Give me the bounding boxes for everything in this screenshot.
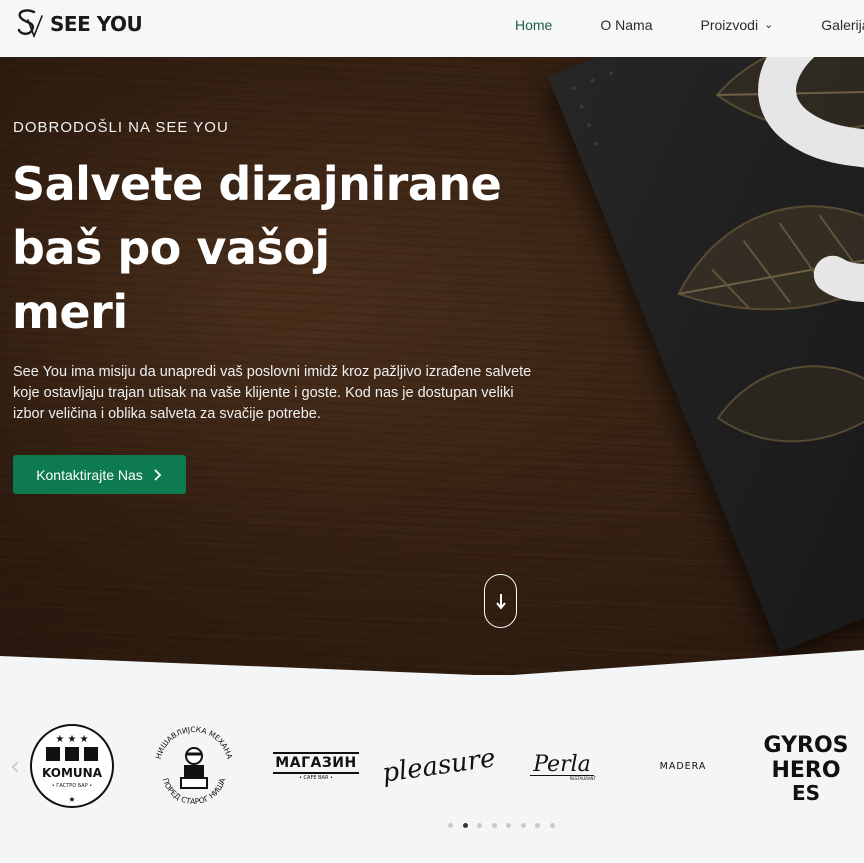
- komuna-logo-icon: ★ ★ ★ KOMUNA • ГАСТРО БАР • ★: [30, 724, 114, 808]
- carousel-dot[interactable]: [549, 823, 555, 828]
- carousel-dot[interactable]: [477, 823, 482, 828]
- hero-section: DOBRODOŠLI NA SEE YOU Salvete dizajniran…: [0, 57, 864, 675]
- nav-label: O Nama: [600, 17, 653, 33]
- intro-line: izbor veličina i oblika salveta za svači…: [13, 406, 321, 422]
- carousel-dot[interactable]: [448, 823, 453, 828]
- svg-text:HERO: HERO: [771, 758, 840, 783]
- brand-name: SEE YOU: [50, 12, 143, 36]
- komuna-name: KOMUNA: [42, 766, 103, 780]
- carousel-pagination: [448, 823, 564, 828]
- client-logo-magazin[interactable]: МАГАЗИН • CAFE BAR •: [272, 751, 360, 781]
- svg-text:★ ★ ★: ★ ★ ★: [55, 734, 88, 745]
- svg-text:★: ★: [68, 795, 75, 804]
- scroll-down-button[interactable]: [484, 574, 517, 628]
- nav-item-o-nama[interactable]: O Nama: [600, 17, 652, 33]
- client-logo-mehana[interactable]: НИШАВЛИЈСКА МЕХАНА ПОРЕД СТАРОГ НИША: [148, 720, 240, 812]
- hero-divider: [0, 650, 864, 680]
- madera-name: MADERA: [659, 760, 707, 772]
- pleasure-name: pleasure: [380, 743, 498, 789]
- hero-headline: Salvete dizajnirane baš po vašoj meri: [12, 152, 552, 344]
- carousel-dot[interactable]: [520, 823, 526, 828]
- headline-line: Salvete dizajnirane: [12, 157, 502, 211]
- chevron-down-icon: ⌄: [764, 18, 774, 31]
- brand-monogram-icon: [17, 9, 43, 39]
- nav-label: Galerija: [821, 17, 864, 33]
- nav-label: Proizvodi: [700, 17, 759, 33]
- hero-intro: See You ima misiju da unapredi vaš poslo…: [13, 362, 593, 425]
- perla-name: Perla: [533, 751, 591, 777]
- carousel-dot-active[interactable]: [462, 823, 468, 828]
- magazin-name: МАГАЗИН: [273, 751, 359, 774]
- komuna-subtext: • ГАСТРО БАР •: [52, 783, 93, 789]
- nav-item-galerija[interactable]: Galerija: [821, 17, 864, 33]
- hero-eyebrow: DOBRODOŠLI NA SEE YOU: [13, 119, 229, 136]
- carousel-dot[interactable]: [491, 823, 497, 828]
- intro-line: See You ima misiju da unapredi vaš poslo…: [13, 364, 532, 380]
- magazin-subtext: • CAFE BAR •: [299, 774, 333, 781]
- mehana-logo-icon: НИШАВЛИЈСКА МЕХАНА ПОРЕД СТАРОГ НИША: [154, 725, 235, 806]
- main-nav: Home O Nama Proizvodi ⌄ Galerija: [515, 0, 864, 50]
- nav-item-proizvodi[interactable]: Proizvodi ⌄: [700, 17, 773, 33]
- headline-line: baš po vašoj: [12, 221, 330, 275]
- perla-subtext: RESTAURANT: [569, 775, 596, 781]
- intro-line: koje ostavljaju trajan utisak na vaše kl…: [13, 385, 514, 401]
- carousel-dot[interactable]: [506, 823, 511, 828]
- headline-line: meri: [12, 285, 128, 339]
- client-logo-komuna[interactable]: ★ ★ ★ KOMUNA • ГАСТРО БАР • ★: [28, 722, 116, 810]
- svg-text:ES: ES: [792, 781, 820, 805]
- contact-button-label: Kontaktirajte Nas: [36, 466, 143, 483]
- carousel-dot[interactable]: [535, 823, 540, 828]
- client-logo-gyros-heroes[interactable]: GYROS HERO ES: [764, 722, 848, 806]
- client-logo-pleasure[interactable]: pleasure: [381, 740, 498, 792]
- client-logo-madera[interactable]: MADERA: [648, 758, 718, 774]
- client-logo-perla[interactable]: Perla RESTAURANT: [522, 745, 602, 787]
- nav-label: Home: [515, 17, 553, 33]
- nav-item-home[interactable]: Home: [515, 17, 552, 33]
- chevron-right-icon: [154, 468, 162, 481]
- brand-logo[interactable]: SEE YOU: [12, 6, 143, 42]
- gyros-heroes-logo-icon: GYROS HERO ES: [764, 733, 848, 805]
- svg-text:GYROS: GYROS: [764, 733, 848, 758]
- site-header: SEE YOU Home O Nama Proizvodi ⌄ Galerija: [0, 0, 864, 57]
- carousel-prev-button[interactable]: ‹: [10, 752, 20, 780]
- arrow-down-icon: [495, 594, 506, 610]
- contact-button[interactable]: Kontaktirajte Nas: [13, 455, 186, 494]
